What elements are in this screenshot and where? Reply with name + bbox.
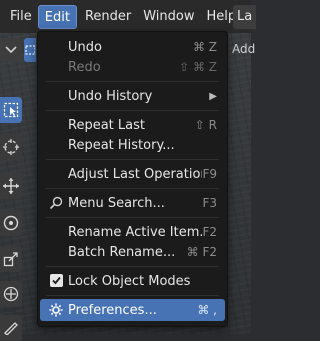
menu-separator bbox=[46, 188, 219, 189]
menu-item-adjust-last-operation[interactable]: Adjust Last Operation... F9 bbox=[40, 163, 225, 185]
menu-separator bbox=[46, 110, 219, 111]
menu-file[interactable]: File bbox=[4, 5, 38, 29]
repeat-last-shortcut: ⇧ R bbox=[194, 118, 217, 132]
undo-shortcut: ⌘ Z bbox=[192, 40, 217, 54]
preferences-shortcut: ⌘ , bbox=[197, 303, 217, 317]
move-tool-button[interactable] bbox=[0, 173, 22, 199]
menu-item-preferences[interactable]: Preferences... ⌘ , bbox=[40, 299, 225, 321]
menu-item-undo[interactable]: Undo ⌘ Z bbox=[40, 36, 225, 58]
menu-item-batch-rename[interactable]: Batch Rename... ⌘ F2 bbox=[40, 241, 225, 263]
redo-shortcut: ⇧ ⌘ Z bbox=[179, 60, 217, 74]
edit-menu-dropdown: Undo ⌘ Z Redo ⇧ ⌘ Z Undo History ▶ Repea… bbox=[37, 31, 228, 327]
adjust-last-label: Adjust Last Operation... bbox=[68, 166, 202, 182]
add-menu[interactable]: Add bbox=[232, 42, 255, 56]
menu-separator bbox=[46, 217, 219, 218]
rotate-icon bbox=[3, 215, 19, 231]
workspace-tab[interactable]: La bbox=[233, 5, 257, 29]
menu-separator bbox=[46, 266, 219, 267]
annotate-icon bbox=[4, 322, 18, 335]
cursor-tool-button[interactable] bbox=[0, 134, 22, 160]
rotate-tool-button[interactable] bbox=[0, 210, 22, 236]
tool-shelf bbox=[0, 33, 26, 341]
menu-render[interactable]: Render bbox=[79, 5, 137, 29]
search-icon bbox=[49, 196, 63, 210]
menu-item-repeat-history[interactable]: Repeat History... bbox=[40, 134, 225, 156]
select-box-icon bbox=[25, 45, 35, 55]
rename-active-shortcut: F2 bbox=[202, 225, 217, 239]
menu-edit[interactable]: Edit bbox=[37, 4, 77, 29]
adjust-last-shortcut: F9 bbox=[202, 167, 217, 181]
undo-label: Undo bbox=[68, 39, 102, 55]
batch-rename-shortcut: ⌘ F2 bbox=[186, 245, 217, 259]
submenu-arrow-icon: ▶ bbox=[209, 90, 217, 102]
rename-active-label: Rename Active Item... bbox=[68, 224, 203, 240]
undo-history-label: Undo History bbox=[68, 88, 153, 104]
menu-item-undo-history[interactable]: Undo History ▶ bbox=[40, 85, 225, 107]
menu-item-redo[interactable]: Redo ⇧ ⌘ Z bbox=[40, 56, 225, 78]
move-icon bbox=[3, 178, 19, 194]
select-box-icon bbox=[3, 102, 19, 118]
select-tool-button[interactable] bbox=[0, 97, 22, 123]
repeat-last-label: Repeat Last bbox=[68, 117, 145, 133]
transform-tool-button[interactable] bbox=[0, 281, 22, 307]
checkmark-icon bbox=[52, 276, 61, 285]
menu-window[interactable]: Window bbox=[137, 5, 200, 29]
redo-label: Redo bbox=[68, 59, 101, 75]
gear-icon bbox=[49, 303, 63, 317]
batch-rename-label: Batch Rename... bbox=[68, 244, 176, 260]
menu-item-rename-active-item[interactable]: Rename Active Item... F2 bbox=[40, 221, 225, 243]
scale-icon bbox=[3, 252, 18, 267]
annotate-tool-button[interactable] bbox=[0, 315, 22, 341]
lock-object-modes-checkbox[interactable] bbox=[50, 274, 63, 287]
menu-item-menu-search[interactable]: Menu Search... F3 bbox=[40, 192, 225, 214]
lock-object-modes-label: Lock Object Modes bbox=[68, 273, 191, 289]
transform-icon bbox=[3, 286, 19, 302]
scale-tool-button[interactable] bbox=[0, 246, 22, 272]
preferences-label: Preferences... bbox=[68, 302, 157, 318]
top-menubar: File Edit Render Window Help La bbox=[0, 0, 257, 33]
menu-item-lock-object-modes[interactable]: Lock Object Modes bbox=[40, 270, 225, 292]
menu-item-repeat-last[interactable]: Repeat Last ⇧ R bbox=[40, 114, 225, 136]
menu-search-label: Menu Search... bbox=[68, 195, 165, 211]
menu-separator bbox=[46, 295, 219, 296]
cursor-icon bbox=[3, 139, 19, 155]
menu-separator bbox=[46, 81, 219, 82]
repeat-history-label: Repeat History... bbox=[68, 137, 175, 153]
menu-search-shortcut: F3 bbox=[202, 196, 217, 210]
menu-separator bbox=[46, 159, 219, 160]
